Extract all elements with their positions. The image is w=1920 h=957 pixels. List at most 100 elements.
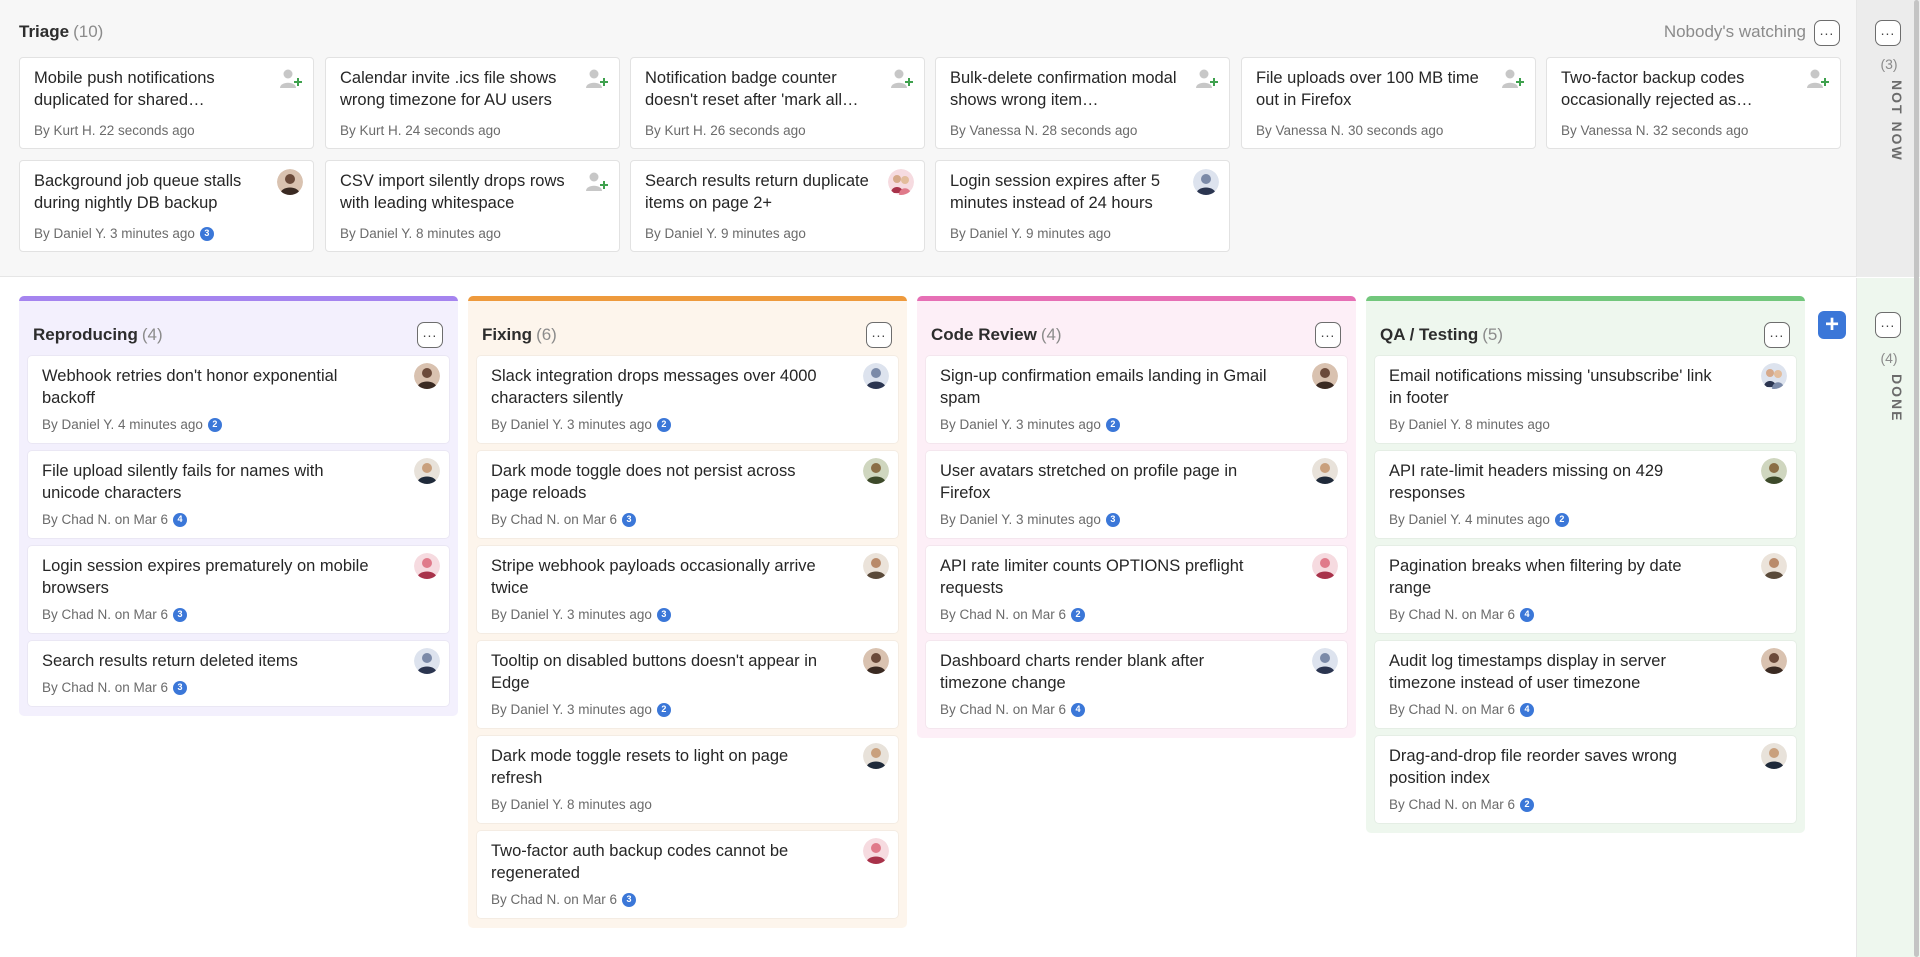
triage-card[interactable]: Notification badge counter doesn't reset… (630, 57, 925, 149)
avatar-icon (277, 169, 303, 195)
card-assignee[interactable] (277, 66, 303, 97)
triage-card[interactable]: Login session expires after 5 minutes in… (935, 160, 1230, 252)
triage-card[interactable]: CSV import silently drops rows with lead… (325, 160, 620, 252)
card-assignee[interactable] (414, 648, 440, 674)
triage-title-text: Triage (19, 22, 70, 41)
issue-card[interactable]: Pagination breaks when filtering by date… (1375, 546, 1796, 633)
card-title: Tooltip on disabled buttons doesn't appe… (491, 652, 818, 692)
card-assignee[interactable] (1761, 553, 1787, 579)
card-meta-text: By Kurt H. 26 seconds ago (645, 123, 806, 138)
card-assignee[interactable] (1761, 648, 1787, 674)
card-assignee[interactable] (863, 553, 889, 579)
card-assignee[interactable] (888, 66, 914, 97)
triage-card[interactable]: Two-factor backup codes occasionally rej… (1546, 57, 1841, 149)
column-menu-button[interactable]: ... (1764, 322, 1790, 348)
card-assignee[interactable] (1312, 458, 1338, 484)
card-meta: By Chad N. on Mar 6 3 (491, 512, 637, 527)
card-title: File upload silently fails for names wit… (42, 462, 324, 502)
issue-card[interactable]: Stripe webhook payloads occasionally arr… (477, 546, 898, 633)
card-title: API rate limiter counts OPTIONS prefligh… (940, 557, 1244, 597)
issue-card[interactable]: Login session expires prematurely on mob… (28, 546, 449, 633)
card-meta: By Kurt H. 22 seconds ago (34, 123, 195, 138)
card-meta-text: By Daniel Y. 3 minutes ago (491, 702, 652, 717)
card-assignee[interactable] (414, 363, 440, 389)
done-menu-button[interactable]: ... (1875, 312, 1901, 338)
issue-card[interactable]: Sign-up confirmation emails landing in G… (926, 356, 1347, 443)
more-icon: ... (1315, 322, 1341, 348)
page-scrollbar[interactable] (1914, 0, 1919, 957)
card-assignee[interactable] (863, 458, 889, 484)
card-meta-text: By Chad N. on Mar 6 (42, 607, 169, 622)
card-assignee[interactable] (1312, 363, 1338, 389)
column-reproducing: Reproducing (4)... Webhook retries don't h… (19, 296, 458, 716)
card-meta: By Daniel Y. 9 minutes ago (950, 226, 1111, 241)
card-assignee[interactable] (1193, 169, 1219, 195)
column-count: (4) (1040, 325, 1062, 344)
triage-menu-button[interactable]: ... (1814, 20, 1840, 46)
card-assignee[interactable] (863, 838, 889, 864)
card-meta-text: By Daniel Y. 4 minutes ago (42, 417, 203, 432)
issue-card[interactable]: Audit log timestamps display in server t… (1375, 641, 1796, 728)
issue-card[interactable]: API rate-limit headers missing on 429 re… (1375, 451, 1796, 538)
card-meta: By Daniel Y. 4 minutes ago 2 (42, 417, 222, 432)
card-assignee[interactable] (1804, 66, 1830, 97)
triage-card[interactable]: Bulk-delete confirmation modal shows wro… (935, 57, 1230, 149)
watching-status-button[interactable]: Nobody's watching (1664, 22, 1806, 42)
issue-card[interactable]: Drag-and-drop file reorder saves wrong p… (1375, 736, 1796, 823)
card-meta: By Chad N. on Mar 6 3 (42, 607, 188, 622)
card-assignee[interactable] (863, 648, 889, 674)
card-assignee[interactable] (1761, 363, 1787, 389)
card-assignee[interactable] (414, 458, 440, 484)
card-assignee[interactable] (1312, 648, 1338, 674)
comment-count-badge: 3 (1105, 512, 1120, 527)
avatar-icon (414, 648, 440, 674)
triage-card[interactable]: Mobile push notifications duplicated for… (19, 57, 314, 149)
add-assignee-icon (1502, 69, 1524, 88)
issue-card[interactable]: User avatars stretched on profile page i… (926, 451, 1347, 538)
card-title: API rate-limit headers missing on 429 re… (1389, 462, 1664, 502)
column-menu-button[interactable]: ... (1315, 322, 1341, 348)
card-assignee[interactable] (863, 363, 889, 389)
issue-card[interactable]: API rate limiter counts OPTIONS prefligh… (926, 546, 1347, 633)
issue-card[interactable]: Two-factor auth backup codes cannot be r… (477, 831, 898, 918)
done-rail[interactable]: ... (4) DONE (1856, 278, 1920, 957)
issue-card[interactable]: Slack integration drops messages over 40… (477, 356, 898, 443)
triage-card[interactable]: Search results return duplicate items on… (630, 160, 925, 252)
card-meta: By Vanessa N. 28 seconds ago (950, 123, 1137, 138)
issue-card[interactable]: Email notifications missing 'unsubscribe… (1375, 356, 1796, 443)
issue-card[interactable]: Dark mode toggle does not persist across… (477, 451, 898, 538)
comment-count-badge: 4 (1520, 702, 1535, 717)
issue-card[interactable]: File upload silently fails for names wit… (28, 451, 449, 538)
not-now-menu-button[interactable]: ... (1875, 20, 1901, 46)
column-menu-button[interactable]: ... (866, 322, 892, 348)
card-assignee[interactable] (1761, 743, 1787, 769)
card-assignee[interactable] (1499, 66, 1525, 97)
card-assignee[interactable] (583, 66, 609, 97)
avatar-icon (1312, 648, 1338, 674)
card-meta: By Vanessa N. 32 seconds ago (1561, 123, 1748, 138)
issue-card[interactable]: Dark mode toggle resets to light on page… (477, 736, 898, 823)
triage-card[interactable]: Background job queue stalls during night… (19, 160, 314, 252)
issue-card[interactable]: Dashboard charts render blank after time… (926, 641, 1347, 728)
card-assignee[interactable] (583, 169, 609, 200)
card-assignee[interactable] (414, 553, 440, 579)
card-title: Pagination breaks when filtering by date… (1389, 557, 1682, 597)
card-assignee[interactable] (888, 169, 914, 195)
column-menu-button[interactable]: ... (417, 322, 443, 348)
card-meta-text: By Daniel Y. 3 minutes ago (34, 226, 195, 241)
card-meta: By Daniel Y. 9 minutes ago (645, 226, 806, 241)
card-meta: By Daniel Y. 3 minutes ago 3 (491, 607, 671, 622)
triage-card[interactable]: File uploads over 100 MB time out in Fir… (1241, 57, 1536, 149)
card-assignee[interactable] (277, 169, 303, 195)
add-column-button[interactable]: + (1818, 311, 1846, 339)
card-assignee[interactable] (1761, 458, 1787, 484)
card-assignee[interactable] (1312, 553, 1338, 579)
card-assignee[interactable] (1193, 66, 1219, 97)
triage-card[interactable]: Calendar invite .ics file shows wrong ti… (325, 57, 620, 149)
issue-card[interactable]: Webhook retries don't honor exponential … (28, 356, 449, 443)
card-assignee[interactable] (863, 743, 889, 769)
not-now-rail[interactable]: ... (3) NOT NOW (1856, 0, 1920, 277)
issue-card[interactable]: Search results return deleted items By Ch… (28, 641, 449, 706)
issue-card[interactable]: Tooltip on disabled buttons doesn't appe… (477, 641, 898, 728)
card-meta-text: By Chad N. on Mar 6 (1389, 702, 1516, 717)
